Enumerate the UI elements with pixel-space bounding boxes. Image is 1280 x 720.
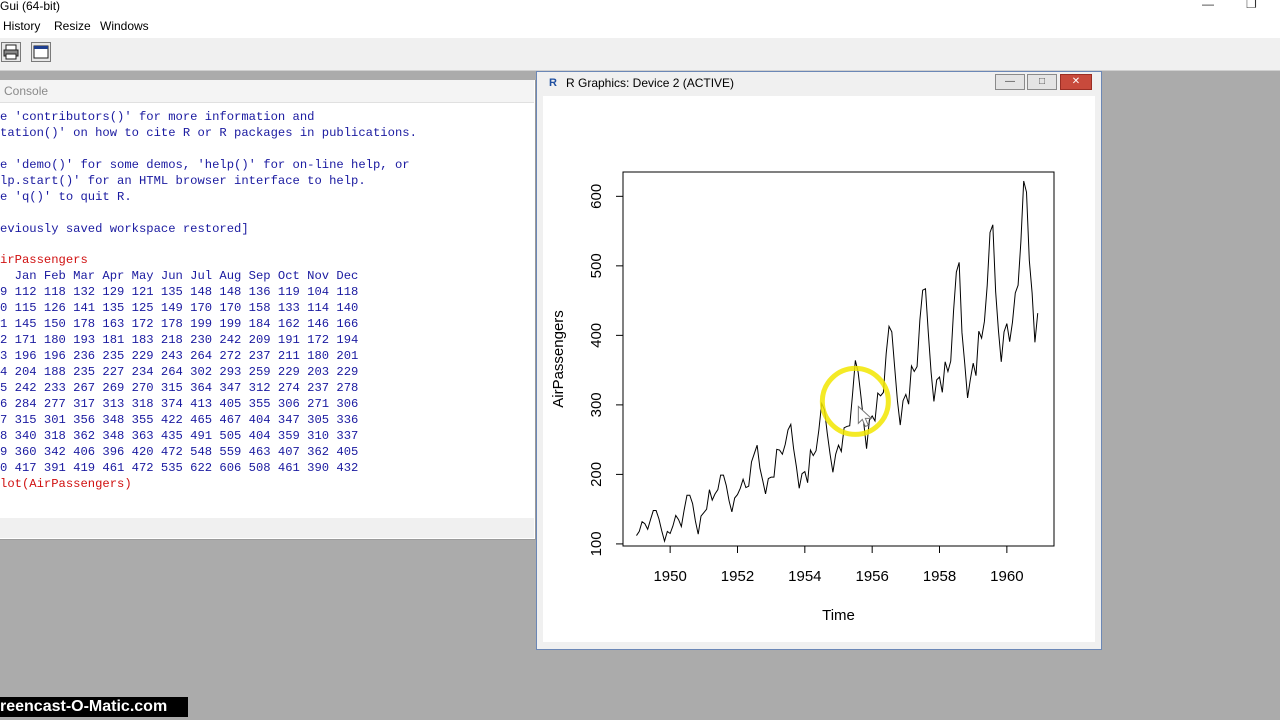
x-tick-label: 1954: [788, 568, 821, 585]
console-line: Jan Feb Mar Apr May Jun Jul Aug Sep Oct …: [0, 269, 359, 284]
screencast-watermark: reencast-O-Matic.com: [0, 697, 188, 717]
menu-history[interactable]: History: [3, 14, 40, 38]
menu-bar: History Resize Windows: [0, 14, 1280, 38]
console-line: 8 340 318 362 348 363 435 491 505 404 35…: [0, 428, 359, 443]
y-tick-label: 400: [588, 323, 605, 348]
graphics-window: R R Graphics: Device 2 (ACTIVE) — □ ✕ 19…: [536, 71, 1102, 650]
console-line: 7 315 301 356 348 355 422 465 467 404 34…: [0, 412, 359, 427]
console-line: lot(AirPassengers): [0, 476, 132, 491]
maximize-button[interactable]: □: [1027, 74, 1057, 90]
print-button[interactable]: [1, 42, 21, 62]
x-axis: 1950 1952 1954 1956 1958 1960: [653, 545, 1024, 585]
console-line: 9 360 342 406 396 420 472 548 559 463 40…: [0, 444, 359, 459]
console-title: Console: [4, 84, 49, 98]
y-tick-label: 600: [588, 184, 605, 209]
console-output[interactable]: e 'contributors()' for more information …: [0, 110, 534, 518]
console-line: 9 112 118 132 129 121 135 148 148 136 11…: [0, 285, 359, 300]
x-tick-label: 1950: [653, 568, 686, 585]
toolbar: [0, 38, 1280, 71]
console-horizontal-scrollbar[interactable]: [0, 518, 534, 538]
restore-icon[interactable]: ❐: [1246, 0, 1257, 11]
x-axis-label: Time: [822, 607, 855, 624]
console-line: 0 115 126 141 135 125 149 170 170 158 13…: [0, 301, 359, 316]
print-icon: [3, 44, 19, 60]
y-tick-label: 100: [588, 531, 605, 556]
cursor-highlight-circle: [819, 365, 891, 437]
close-button[interactable]: ✕: [1060, 74, 1092, 90]
console-line: e 'contributors()' for more information …: [0, 110, 315, 124]
console-line: 6 284 277 317 313 318 374 413 405 355 30…: [0, 396, 359, 411]
console-window: Console e 'contributors()' for more info…: [0, 80, 536, 540]
x-tick-label: 1952: [721, 568, 754, 585]
y-axis: 100 200 300 400 500 600: [588, 184, 624, 556]
console-line: 0 417 391 419 461 472 535 622 606 508 46…: [0, 460, 359, 475]
console-line: 1 145 150 178 163 172 178 199 199 184 16…: [0, 317, 359, 332]
console-line: lp.start()' for an HTML browser interfac…: [0, 173, 366, 188]
console-line: eviously saved workspace restored]: [0, 221, 249, 236]
x-tick-label: 1956: [855, 568, 888, 585]
graphics-title: R Graphics: Device 2 (ACTIVE): [566, 76, 735, 90]
y-tick-label: 500: [588, 253, 605, 278]
app-title: Gui (64-bit): [0, 0, 61, 13]
plot-area: 1950 1952 1954 1956 1958 1960 100 200 300 400 500…: [543, 96, 1095, 642]
airpassengers-series-line: [636, 180, 1039, 543]
console-line: e 'demo()' for some demos, 'help()' for …: [0, 157, 410, 172]
console-title-bar: Console: [0, 80, 534, 103]
plot-frame: [622, 171, 1055, 547]
airpassengers-chart: 1950 1952 1954 1956 1958 1960 100 200 300 400 500…: [550, 171, 1055, 624]
console-line: 2 171 180 193 181 183 218 230 242 209 19…: [0, 333, 359, 348]
minimize-icon[interactable]: —: [1202, 0, 1214, 11]
console-line: irPassengers: [0, 253, 88, 268]
console-line: 4 204 188 235 227 234 264 302 293 259 22…: [0, 365, 359, 379]
y-tick-label: 300: [588, 392, 605, 417]
app-title-bar: Gui (64-bit) — ❐: [0, 0, 1280, 14]
console-line: tation()' on how to cite R or R packages…: [0, 125, 417, 140]
window-button[interactable]: [31, 42, 51, 62]
x-tick-label: 1960: [990, 568, 1023, 585]
console-line: 3 196 196 236 235 229 243 264 272 237 21…: [0, 349, 359, 364]
x-tick-label: 1958: [923, 568, 956, 585]
graphics-title-bar[interactable]: R R Graphics: Device 2 (ACTIVE) — □ ✕: [537, 72, 1101, 94]
menu-windows[interactable]: Windows: [100, 14, 149, 38]
menu-resize[interactable]: Resize: [54, 14, 91, 38]
y-axis-label: AirPassengers: [550, 310, 567, 408]
r-logo-icon: R: [549, 77, 557, 89]
console-line: 5 242 233 267 269 270 315 364 347 312 27…: [0, 380, 359, 395]
minimize-button[interactable]: —: [995, 74, 1025, 90]
y-tick-label: 200: [588, 462, 605, 487]
window-icon: [33, 45, 49, 59]
console-line: e 'q()' to quit R.: [0, 189, 132, 204]
